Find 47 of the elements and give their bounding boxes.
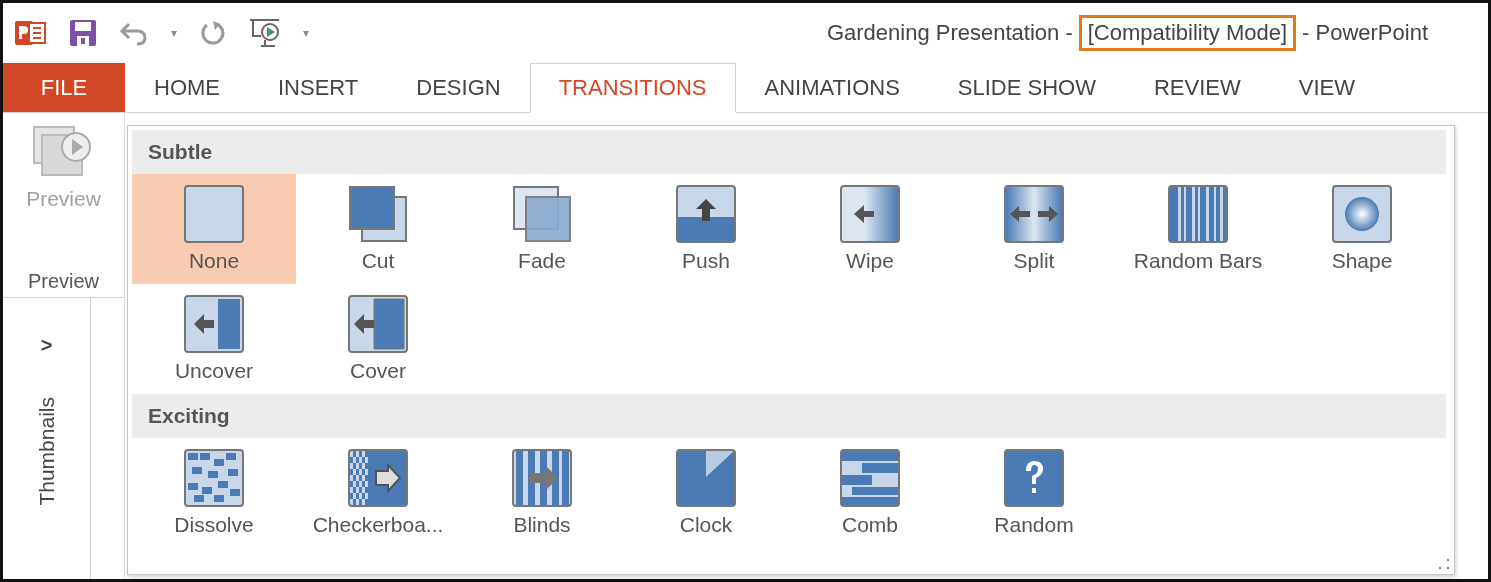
section-header: Subtle	[132, 130, 1446, 174]
transition-item[interactable]: Random Bars	[1116, 174, 1280, 284]
file-tab[interactable]: FILE	[3, 63, 125, 112]
transition-item[interactable]: Fade	[460, 174, 624, 284]
app-title: - PowerPoint	[1302, 20, 1428, 46]
transition-item[interactable]: Push	[624, 174, 788, 284]
transition-uncover-icon	[184, 295, 244, 353]
expand-thumbnails-button[interactable]: >	[40, 334, 53, 357]
group-label: Preview	[27, 270, 100, 293]
transition-cut-icon	[348, 185, 408, 243]
transition-item[interactable]: Cover	[296, 284, 460, 394]
transition-fade-icon	[512, 185, 572, 243]
transition-checker-icon	[348, 449, 408, 507]
transition-push-icon	[676, 185, 736, 243]
transition-item[interactable]: Uncover	[132, 284, 296, 394]
transition-item[interactable]: Wipe	[788, 174, 952, 284]
transition-wipe-icon	[840, 185, 900, 243]
compatibility-mode-label: [Compatibility Mode]	[1078, 15, 1297, 51]
resize-grip-icon[interactable]	[1438, 558, 1450, 570]
slideshow-icon[interactable]	[249, 18, 282, 48]
ribbon-tab[interactable]: TRANSITIONS	[529, 63, 736, 113]
section-header: Exciting	[132, 394, 1446, 438]
transition-item[interactable]: Blinds	[460, 438, 624, 548]
transition-item[interactable]: Cut	[296, 174, 460, 284]
transition-cover-icon	[348, 295, 408, 353]
app-logo-icon	[15, 19, 47, 47]
transition-clock-icon	[676, 449, 736, 507]
transition-shape-icon	[1332, 185, 1392, 243]
transition-dissolve-icon	[184, 449, 244, 507]
transition-bars-icon	[1168, 185, 1228, 243]
transition-item[interactable]: Clock	[624, 438, 788, 548]
transition-item[interactable]: Split	[952, 174, 1116, 284]
transition-item[interactable]: Comb	[788, 438, 952, 548]
transition-item[interactable]: Dissolve	[132, 438, 296, 548]
transition-random-icon	[1004, 449, 1064, 507]
thumbnails-label: Thumbnails	[34, 397, 59, 506]
transition-split-icon	[1004, 185, 1064, 243]
transition-none-icon	[184, 185, 244, 243]
save-icon[interactable]	[69, 19, 97, 47]
transition-blinds-icon	[512, 449, 572, 507]
transition-item[interactable]: Checkerboa...	[296, 438, 460, 548]
transition-item[interactable]: None	[132, 174, 296, 284]
transition-item[interactable]: Random	[952, 438, 1116, 548]
document-title: Gardening Presentation -	[826, 20, 1073, 46]
transition-comb-icon	[840, 449, 900, 507]
transition-item[interactable]: Shape	[1280, 174, 1444, 284]
undo-icon[interactable]	[119, 20, 149, 46]
